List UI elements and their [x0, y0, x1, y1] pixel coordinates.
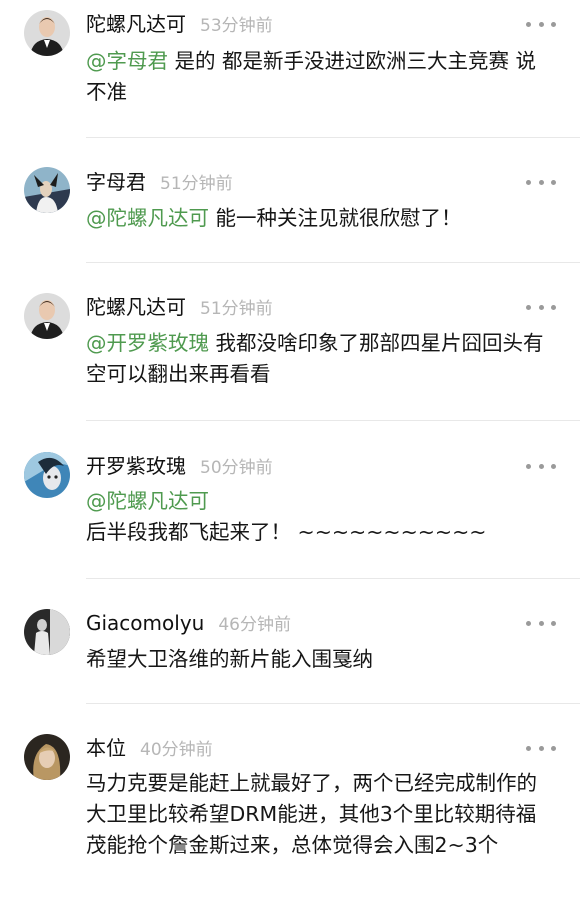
more-dots-icon[interactable] — [526, 167, 556, 197]
comment-text: 希望大卫洛维的新片能入围戛纳 — [86, 644, 556, 675]
mention-link[interactable]: @陀螺凡达可 — [86, 206, 209, 230]
timestamp: 53分钟前 — [200, 16, 273, 36]
timestamp: 51分钟前 — [200, 299, 273, 319]
more-dots-icon[interactable] — [526, 9, 556, 39]
username[interactable]: 陀螺凡达可 — [86, 295, 186, 319]
avatar[interactable] — [24, 452, 70, 498]
comment-body: 马力克要是能赶上就最好了，两个已经完成制作的大卫里比较希望DRM能进，其他3个里… — [86, 771, 537, 857]
divider — [86, 703, 580, 704]
comment-text: @字母君 是的 都是新手没进过欧洲三大主竞赛 说不准 — [86, 46, 552, 108]
mention-link[interactable]: @陀螺凡达可 — [86, 486, 556, 517]
timestamp: 40分钟前 — [140, 740, 213, 760]
timestamp: 50分钟前 — [200, 458, 273, 478]
more-dots-icon[interactable] — [526, 292, 556, 322]
comment-text: @陀螺凡达可 能一种关注见就很欣慰了！ — [86, 203, 556, 234]
comment-text: 马力克要是能赶上就最好了，两个已经完成制作的大卫里比较希望DRM能进，其他3个里… — [86, 768, 552, 861]
more-dots-icon[interactable] — [526, 451, 556, 481]
comment-body: 能一种关注见就很欣慰了！ — [209, 206, 462, 230]
comment-header: 本位 40分钟前 — [86, 733, 213, 763]
comment-body: 希望大卫洛维的新片能入围戛纳 — [86, 647, 373, 671]
username[interactable]: Giacomolyu — [86, 611, 204, 635]
avatar[interactable] — [24, 734, 70, 780]
timestamp: 51分钟前 — [160, 174, 233, 194]
username[interactable]: 开罗紫玫瑰 — [86, 454, 186, 478]
divider — [86, 578, 580, 579]
avatar[interactable] — [24, 167, 70, 213]
avatar[interactable] — [24, 10, 70, 56]
mention-link[interactable]: @开罗紫玫瑰 — [86, 331, 209, 355]
username[interactable]: 陀螺凡达可 — [86, 12, 186, 36]
comment-text: @陀螺凡达可 后半段我都飞起来了！ ~~~~~~~~~~~ — [86, 486, 556, 548]
comment-header: 字母君 51分钟前 — [86, 167, 233, 197]
more-dots-icon[interactable] — [526, 733, 556, 763]
divider — [86, 137, 580, 138]
more-dots-icon[interactable] — [526, 608, 556, 638]
avatar[interactable] — [24, 609, 70, 655]
mention-link[interactable]: @字母君 — [86, 49, 168, 73]
comment-header: 陀螺凡达可 53分钟前 — [86, 9, 273, 39]
username[interactable]: 字母君 — [86, 170, 146, 194]
comment-text: @开罗紫玫瑰 我都没啥印象了那部四星片囧回头有空可以翻出来再看看 — [86, 328, 546, 390]
divider — [86, 262, 580, 263]
timestamp: 46分钟前 — [218, 615, 291, 635]
username[interactable]: 本位 — [86, 736, 126, 760]
avatar[interactable] — [24, 293, 70, 339]
comment-body: 后半段我都飞起来了！ ~~~~~~~~~~~ — [86, 520, 487, 544]
comment-header: Giacomolyu 46分钟前 — [86, 608, 291, 638]
comment-header: 开罗紫玫瑰 50分钟前 — [86, 451, 273, 481]
divider — [86, 420, 580, 421]
comment-header: 陀螺凡达可 51分钟前 — [86, 292, 273, 322]
